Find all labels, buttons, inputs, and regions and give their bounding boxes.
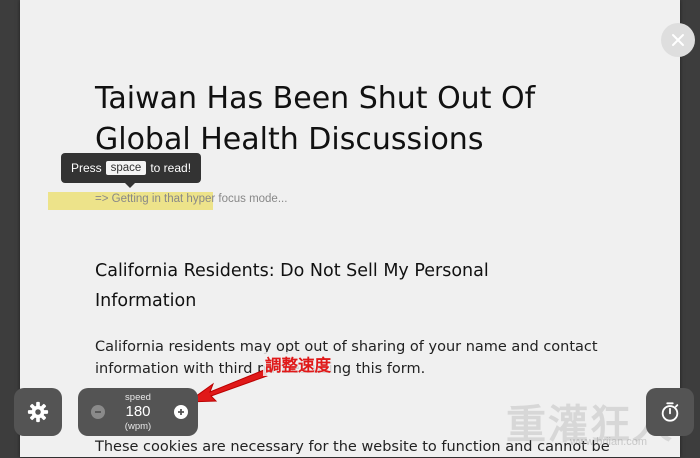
plus-icon <box>178 409 184 415</box>
decrease-speed-button[interactable] <box>91 405 105 419</box>
watermark-url: www.briian.com <box>570 436 648 448</box>
speed-unit: (wpm) <box>124 421 152 432</box>
close-button[interactable] <box>661 23 695 57</box>
speed-control: speed 180 (wpm) <box>78 388 198 436</box>
tooltip-prefix: Press <box>70 161 102 175</box>
speed-label: speed <box>125 392 151 403</box>
tooltip-suffix: to read! <box>150 161 192 175</box>
section-heading: California Residents: Do Not Sell My Per… <box>95 261 489 311</box>
read-tooltip: Press space to read! <box>61 153 201 188</box>
article-title: Taiwan Has Been Shut Out Of Global Healt… <box>95 81 536 157</box>
space-key: space <box>105 161 147 175</box>
focus-hint: => Getting in that hyper focus mode... <box>95 193 288 205</box>
close-icon <box>672 34 684 46</box>
minus-icon <box>95 411 101 413</box>
settings-button[interactable] <box>14 388 62 436</box>
article-paragraph: California residents may opt out of shar… <box>95 339 598 377</box>
watermark: 重灌狂人 www.briian.com <box>500 392 672 452</box>
stopwatch-icon <box>661 402 679 422</box>
gear-icon <box>27 401 49 423</box>
timer-button[interactable] <box>646 388 694 436</box>
increase-speed-button[interactable] <box>174 405 188 419</box>
speed-annotation: 調整速度 <box>263 352 333 376</box>
